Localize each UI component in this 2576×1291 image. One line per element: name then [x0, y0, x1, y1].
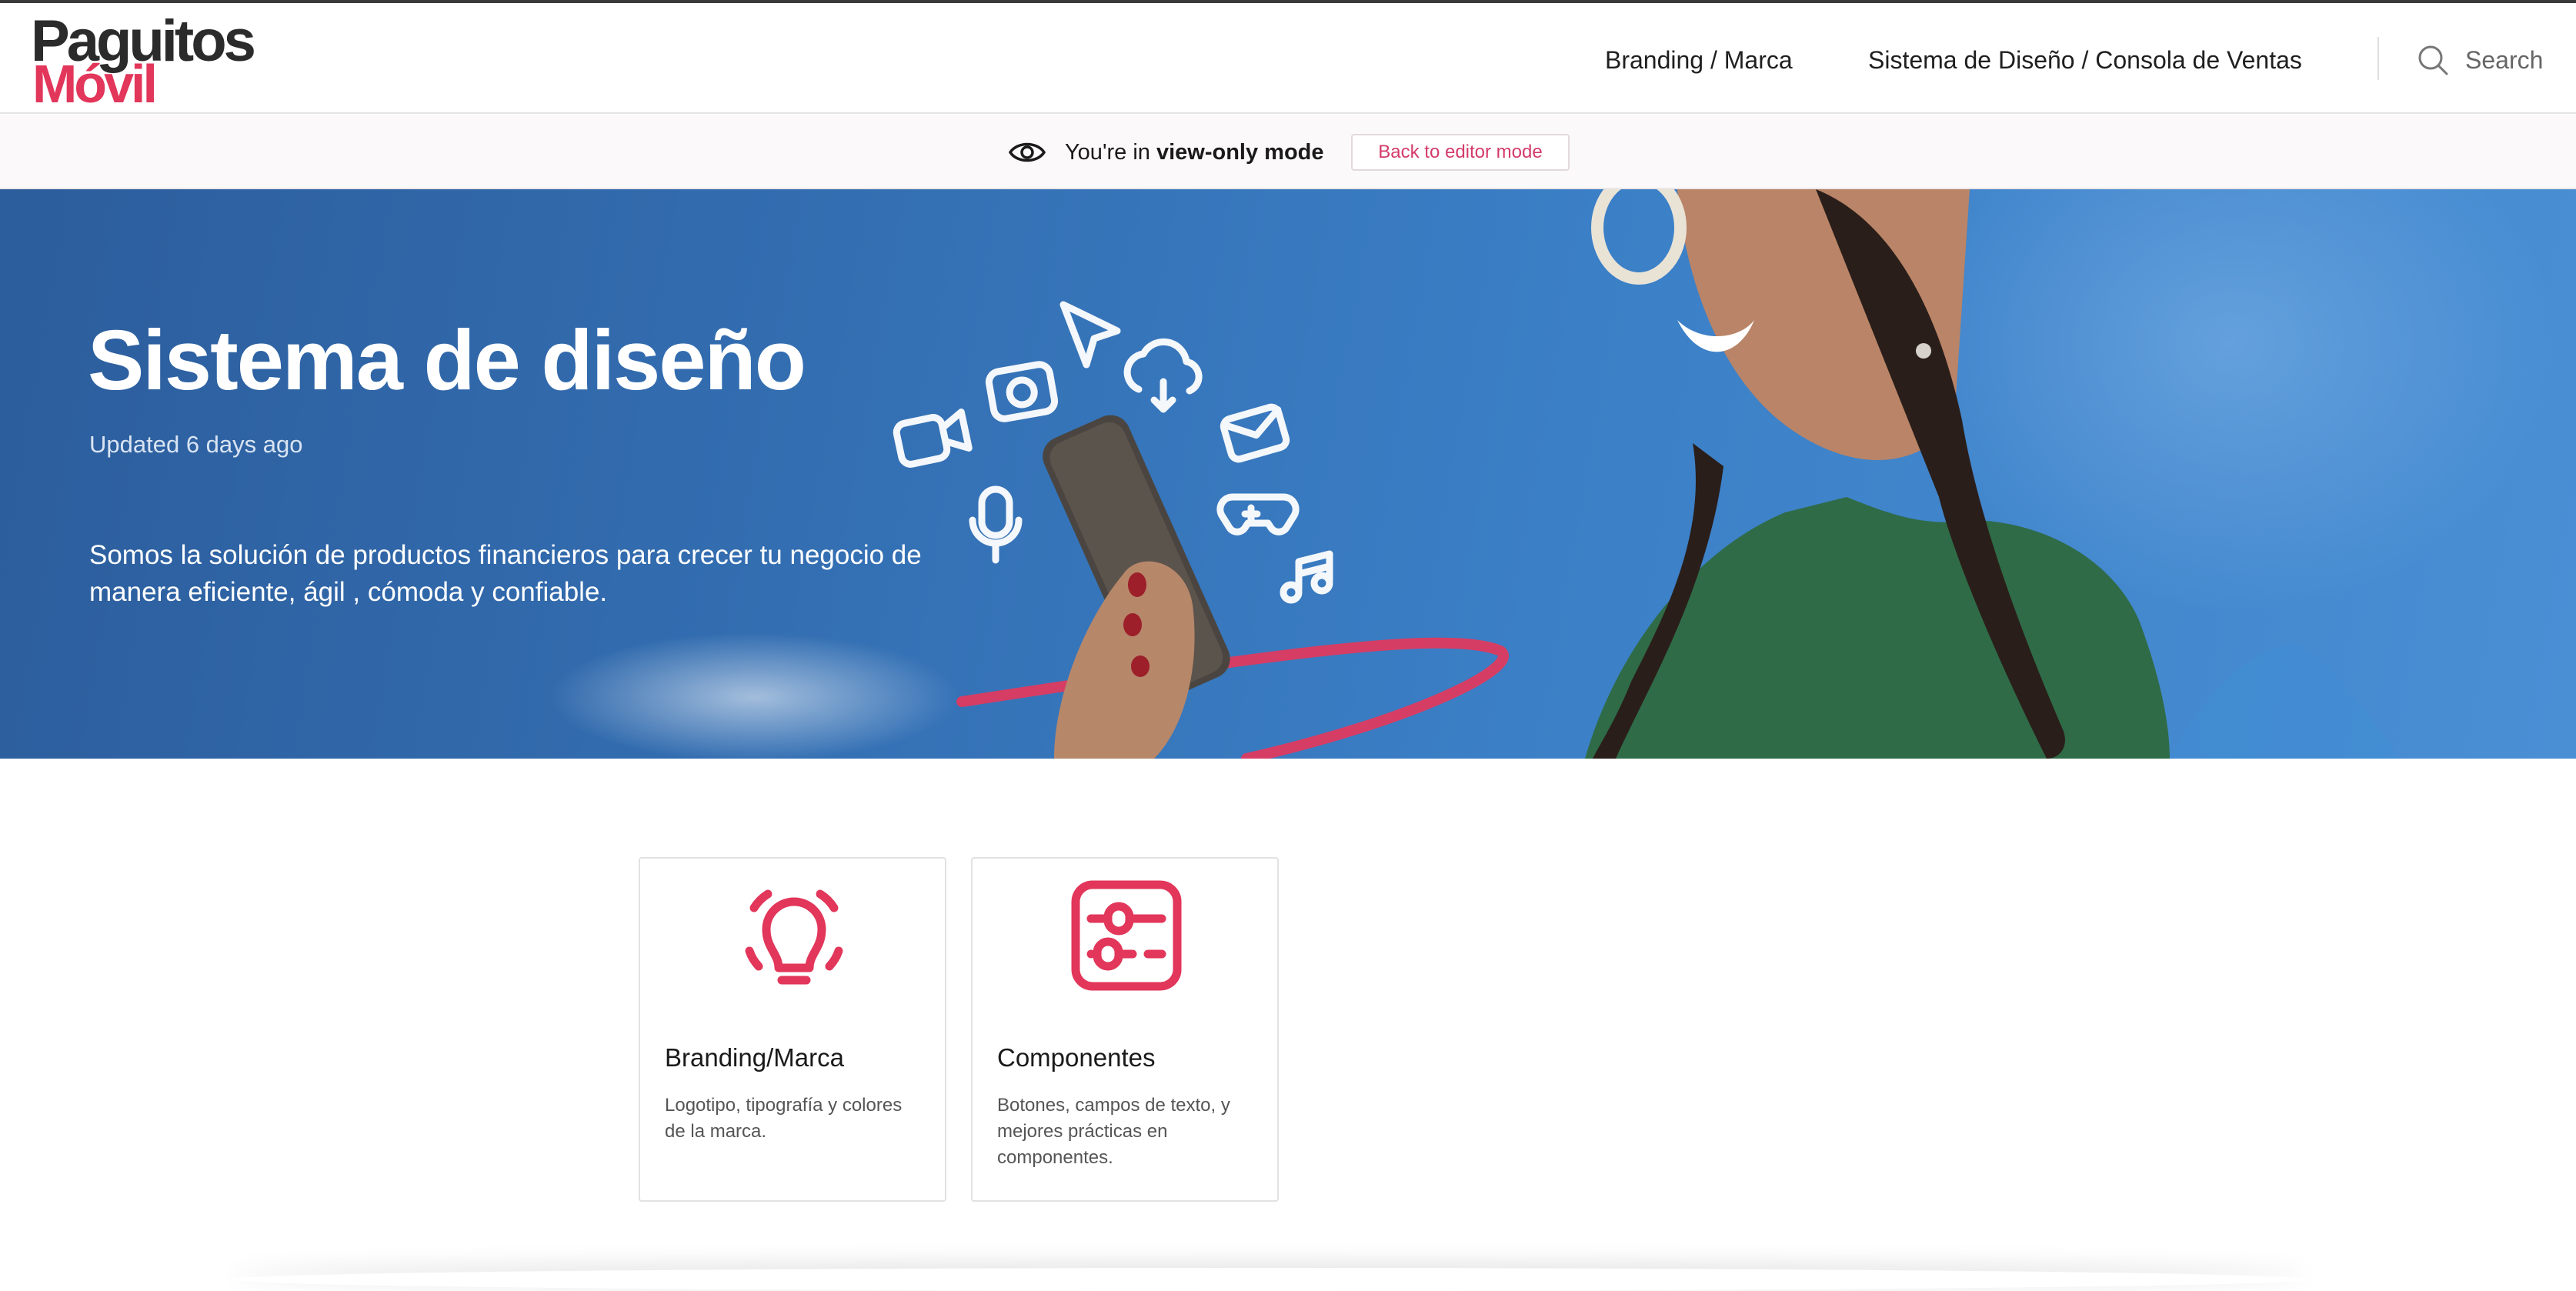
site-header: Paguitos Móvil Branding / Marca Sistema … — [0, 3, 2576, 114]
search-label: Search — [2465, 45, 2544, 74]
nav-link-design-system[interactable]: Sistema de Diseño / Consola de Ventas — [1868, 43, 2302, 77]
view-only-mode-label: view-only mode — [1156, 140, 1324, 165]
view-only-message: You're in view-only mode — [1065, 138, 1324, 166]
nav-link-branding[interactable]: Branding / Marca — [1605, 43, 1793, 77]
sliders-icon — [1071, 880, 1182, 991]
page-title: Sistema de diseño — [88, 313, 806, 408]
card-description: Logotipo, tipografía y colores de la mar… — [665, 1095, 903, 1142]
brand-logo[interactable]: Paguitos Móvil — [31, 12, 292, 112]
card-description: Botones, campos de texto, y mejores prác… — [997, 1095, 1230, 1168]
card-branding[interactable]: Branding/Marca Logotipo, tipografía y co… — [639, 857, 946, 1202]
search-icon — [2418, 45, 2448, 75]
brand-logo-line2: Móvil — [32, 54, 158, 114]
card-title: Branding/Marca — [665, 1043, 844, 1072]
card-title: Componentes — [997, 1043, 1156, 1072]
updated-timestamp: Updated 6 days ago — [89, 431, 303, 458]
lightbulb-icon — [745, 889, 843, 985]
back-to-editor-button[interactable]: Back to editor mode — [1351, 134, 1570, 171]
hero-description: Somos la solución de productos financier… — [89, 540, 922, 607]
hero-banner: Sistema de diseño Updated 6 days ago Som… — [0, 189, 2576, 759]
card-components[interactable]: Componentes Botones, campos de texto, y … — [971, 857, 1279, 1202]
search-button[interactable]: Search — [2416, 42, 2543, 78]
hero-photo — [893, 189, 2401, 759]
nav-divider — [2377, 37, 2379, 80]
footer-shadow — [231, 1268, 2308, 1291]
eye-icon — [1008, 142, 1046, 162]
view-only-banner: You're in view-only mode Back to editor … — [0, 115, 2576, 189]
view-only-prefix: You're in — [1065, 140, 1156, 165]
